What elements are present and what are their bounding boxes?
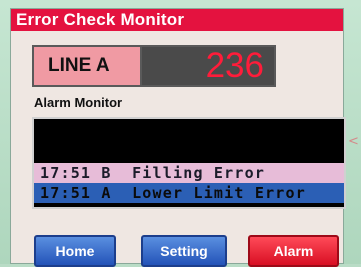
alarm-row-empty[interactable]	[34, 119, 344, 139]
alarm-monitor-title: Alarm Monitor	[34, 95, 123, 110]
alarm-list[interactable]: 17:51 B Filling Error 17:51 A Lower Limi…	[32, 117, 346, 209]
error-check-monitor-window: Error Check Monitor LINE A 236 Alarm Mon…	[10, 8, 346, 267]
alarm-row-lower-limit-error[interactable]: 17:51 A Lower Limit Error	[34, 183, 344, 203]
alarm-row-filling-error[interactable]: 17:51 B Filling Error	[34, 163, 344, 183]
home-button[interactable]: Home	[34, 235, 116, 267]
line-counter-display: 236	[142, 45, 276, 87]
alarm-row-empty[interactable]	[34, 139, 344, 159]
alarm-button[interactable]: Alarm	[248, 235, 339, 267]
side-arrow-icon: <	[348, 134, 359, 149]
line-label: LINE A	[32, 45, 142, 87]
setting-button[interactable]: Setting	[141, 235, 227, 267]
window-title: Error Check Monitor	[11, 9, 343, 31]
